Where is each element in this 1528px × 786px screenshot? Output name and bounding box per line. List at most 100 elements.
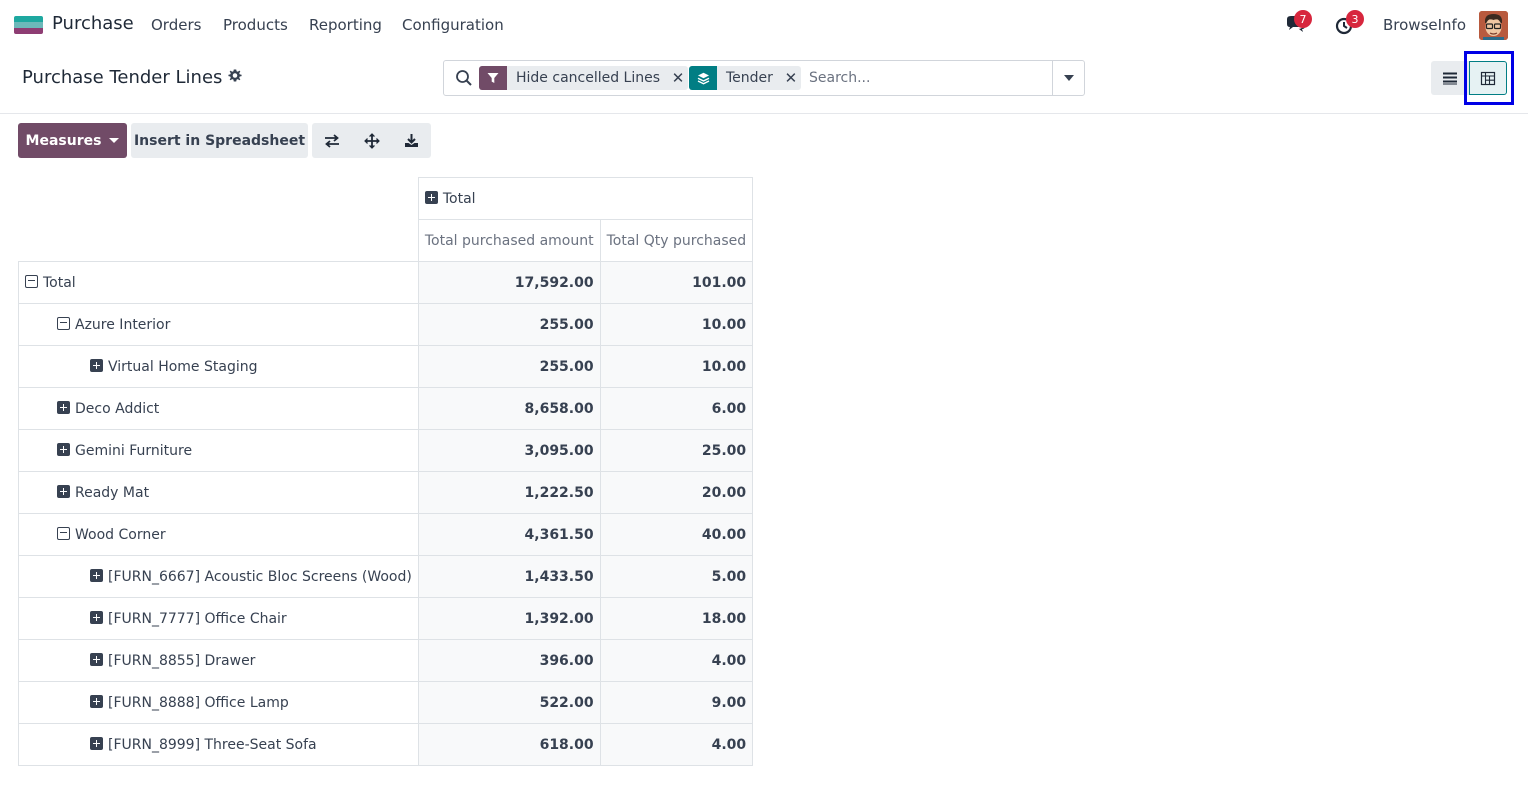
pivot-col-header-total[interactable]: Total (417, 177, 754, 220)
page-title-text: Purchase Tender Lines (22, 67, 223, 88)
row-header[interactable]: Deco Addict (18, 387, 419, 430)
row-header[interactable]: [FURN_8888] Office Lamp (18, 681, 419, 724)
minus-square-icon (25, 274, 38, 288)
cell-qty[interactable]: 10.00 (599, 345, 754, 388)
plus-square-icon (57, 442, 70, 456)
measures-label: Measures (25, 132, 102, 149)
row-header[interactable]: Virtual Home Staging (18, 345, 419, 388)
row-header[interactable]: Gemini Furniture (18, 429, 419, 472)
row-header-label: [FURN_8888] Office Lamp (108, 694, 289, 711)
gear-icon[interactable] (228, 68, 242, 87)
col-header-label: Total (442, 190, 476, 207)
avatar[interactable] (1479, 11, 1508, 40)
cell-qty[interactable]: 20.00 (599, 471, 754, 514)
row-header-label: Total (43, 274, 76, 291)
cell-qty[interactable]: 6.00 (599, 387, 754, 430)
row-header[interactable]: [FURN_6667] Acoustic Bloc Screens (Wood) (18, 555, 419, 598)
measures-button[interactable]: Measures (18, 123, 127, 158)
close-icon[interactable]: ✕ (781, 66, 801, 90)
cell-amount[interactable]: 1,433.50 (417, 555, 601, 598)
search-icon[interactable] (455, 69, 473, 87)
cell-amount[interactable]: 1,392.00 (417, 597, 601, 640)
table-row: [FURN_8999] Three-Seat Sofa 618.00 4.00 (18, 723, 754, 766)
search-input[interactable] (809, 68, 1049, 88)
caret-down-icon (1063, 75, 1074, 81)
row-header[interactable]: Azure Interior (18, 303, 419, 346)
list-icon (1443, 72, 1457, 85)
cell-amount[interactable]: 255.00 (417, 345, 601, 388)
minus-square-icon (57, 316, 70, 330)
cell-qty[interactable]: 40.00 (599, 513, 754, 556)
menu-configuration[interactable]: Configuration (402, 16, 504, 34)
cell-amount[interactable]: 17,592.00 (417, 261, 601, 304)
cell-amount[interactable]: 8,658.00 (417, 387, 601, 430)
cell-amount[interactable]: 522.00 (417, 681, 601, 724)
table-row: [FURN_8855] Drawer 396.00 4.00 (18, 639, 754, 682)
cell-qty[interactable]: 18.00 (599, 597, 754, 640)
cell-amount[interactable]: 618.00 (417, 723, 601, 766)
cell-qty[interactable]: 10.00 (599, 303, 754, 346)
row-header-label: Gemini Furniture (75, 442, 193, 459)
activities-badge: 3 (1346, 10, 1364, 28)
cell-qty[interactable]: 4.00 (599, 723, 754, 766)
app-name[interactable]: Purchase (52, 13, 134, 34)
clock-icon[interactable]: 3 (1335, 10, 1364, 35)
facet-tender[interactable]: Tender ✕ (689, 66, 801, 90)
pivot-corner (18, 219, 419, 262)
cell-qty[interactable]: 4.00 (599, 639, 754, 682)
cell-amount[interactable]: 3,095.00 (417, 429, 601, 472)
control-panel: Purchase Tender Lines Hide cancelled Lin… (0, 50, 1528, 114)
row-header-label: [FURN_8999] Three-Seat Sofa (108, 736, 317, 753)
row-header[interactable]: [FURN_8855] Drawer (18, 639, 419, 682)
row-header[interactable]: [FURN_8999] Three-Seat Sofa (18, 723, 419, 766)
row-header-label: Ready Mat (75, 484, 150, 501)
row-header[interactable]: Total (18, 261, 419, 304)
flip-axis-button[interactable] (312, 123, 352, 158)
cell-qty[interactable]: 9.00 (599, 681, 754, 724)
cell-amount[interactable]: 255.00 (417, 303, 601, 346)
row-header-label: Virtual Home Staging (108, 358, 258, 375)
plus-square-icon (424, 190, 438, 204)
cell-qty[interactable]: 5.00 (599, 555, 754, 598)
insert-spreadsheet-button[interactable]: Insert in Spreadsheet (131, 123, 308, 158)
app-logo-icon[interactable] (14, 16, 43, 34)
user-name[interactable]: BrowseInfo (1383, 16, 1466, 34)
menu-orders[interactable]: Orders (151, 16, 201, 34)
cell-qty[interactable]: 101.00 (599, 261, 754, 304)
plus-square-icon (57, 400, 70, 414)
filter-icon (479, 66, 507, 90)
layers-icon (689, 66, 717, 90)
download-button[interactable] (392, 123, 431, 158)
expand-all-button[interactable] (352, 123, 392, 158)
highlight-annotation (1464, 51, 1514, 105)
chat-icon[interactable]: 7 (1285, 10, 1312, 35)
row-header[interactable]: Ready Mat (18, 471, 419, 514)
facet-label: Hide cancelled Lines (516, 70, 661, 86)
facet-hide-cancelled[interactable]: Hide cancelled Lines ✕ (479, 66, 689, 90)
search-bar: Hide cancelled Lines ✕ Tender ✕ (443, 60, 1085, 96)
row-header-label: [FURN_7777] Office Chair (108, 610, 287, 627)
cell-amount[interactable]: 4,361.50 (417, 513, 601, 556)
table-row: Ready Mat 1,222.50 20.00 (18, 471, 754, 514)
cell-amount[interactable]: 396.00 (417, 639, 601, 682)
row-header-label: Wood Corner (75, 526, 166, 543)
plus-square-icon (57, 484, 70, 498)
menu-reporting[interactable]: Reporting (309, 16, 382, 34)
table-row: Virtual Home Staging 255.00 10.00 (18, 345, 754, 388)
caret-down-icon (109, 138, 120, 143)
plus-square-icon (90, 736, 103, 750)
row-header[interactable]: [FURN_7777] Office Chair (18, 597, 419, 640)
cell-amount[interactable]: 1,222.50 (417, 471, 601, 514)
row-header[interactable]: Wood Corner (18, 513, 419, 556)
table-row: Total 17,592.00 101.00 (18, 261, 754, 304)
menu-products[interactable]: Products (223, 16, 288, 34)
table-row: Wood Corner 4,361.50 40.00 (18, 513, 754, 556)
pivot-corner (18, 177, 419, 220)
table-row: Gemini Furniture 3,095.00 25.00 (18, 429, 754, 472)
close-icon[interactable]: ✕ (668, 66, 688, 90)
cell-qty[interactable]: 25.00 (599, 429, 754, 472)
measure-header-qty[interactable]: Total Qty purchased (599, 219, 754, 262)
facet-label: Tender (726, 70, 773, 86)
measure-header-amount[interactable]: Total purchased amount (417, 219, 601, 262)
search-options-toggle[interactable] (1052, 61, 1084, 95)
